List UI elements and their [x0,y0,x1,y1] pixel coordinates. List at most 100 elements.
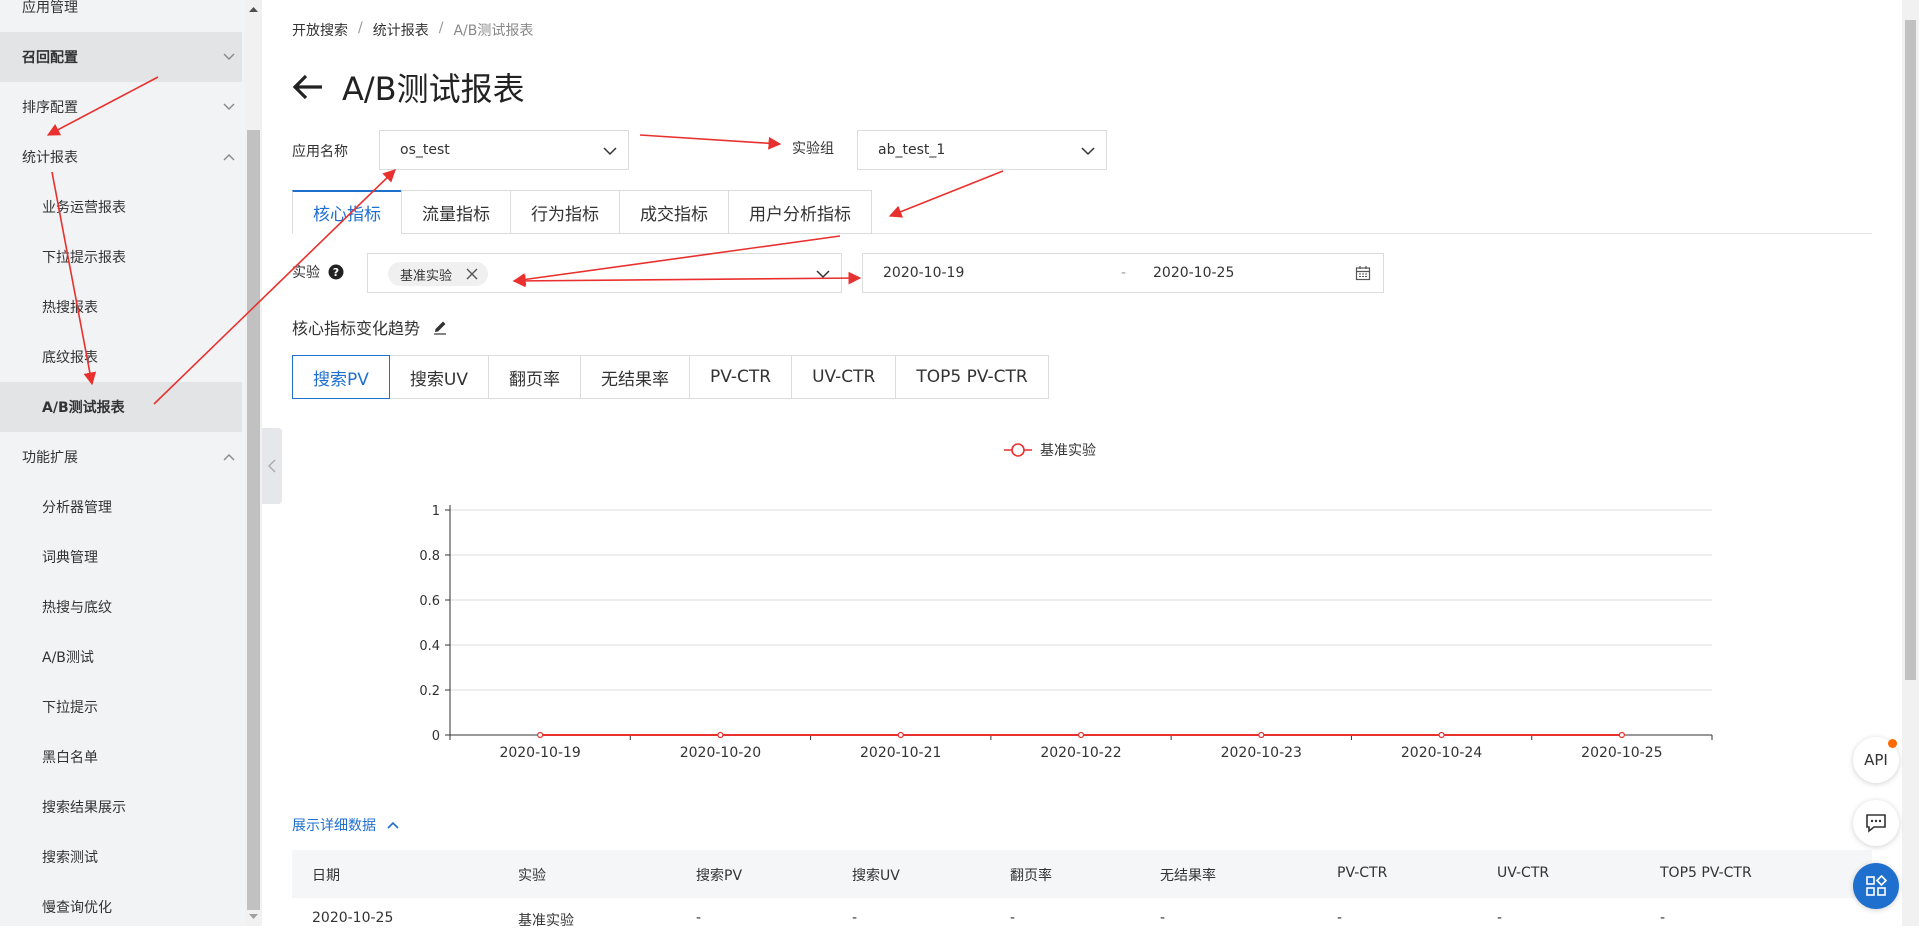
sidebar-item-label: 黑白名单 [42,750,98,766]
details-toggle[interactable]: 展示详细数据 [292,815,400,835]
chevron-down-icon [816,270,830,279]
trend-chart: 0 0.2 0.4 0.6 0.8 1 2020-10-19 2020-10-20 2020-1… [292,425,1742,775]
trend-section-header: 核心指标变化趋势 [292,315,448,339]
col-search-pv: 搜索PV [696,868,743,884]
data-point [1077,731,1085,739]
col-uv-ctr: UV-CTR [1497,865,1550,881]
trend-chart-svg: 0 0.2 0.4 0.6 0.8 1 2020-10-19 2020-10-20 2020-1… [419,442,1713,761]
edit-pencil-icon[interactable] [432,319,448,335]
page-header: A/B测试报表 [292,64,525,110]
metric-tab-page-turn-rate[interactable]: 翻页率 [487,355,581,399]
api-button[interactable]: API [1853,737,1899,783]
tab-user-analysis-metrics[interactable]: 用户分析指标 [728,190,872,234]
sidebar-item-label: 统计报表 [22,150,78,166]
sidebar-item-ab-test[interactable]: A/B测试 [0,632,242,682]
metric-tab-pv-ctr[interactable]: PV-CTR [688,355,793,399]
sidebar-item-ab-report[interactable]: A/B测试报表 [0,382,242,432]
col-search-uv: 搜索UV [852,868,900,884]
cell-search-pv: - [696,910,702,926]
breadcrumb-item-statistics[interactable]: 统计报表 [373,20,429,40]
data-point [537,731,544,739]
sidebar-collapse-handle[interactable] [262,428,282,504]
cell-search-uv: - [852,910,858,926]
x-tick-label: 2020-10-25 [1581,745,1662,761]
tab-traffic-metrics[interactable]: 流量指标 [401,190,511,234]
back-arrow-icon[interactable] [292,73,324,101]
date-end[interactable]: 2020-10-25 [1153,265,1234,281]
scroll-up-arrow-icon[interactable] [249,5,258,14]
col-no-result-rate: 无结果率 [1160,868,1216,884]
apps-button[interactable] [1853,863,1899,909]
x-tick-label: 2020-10-19 [499,745,580,761]
sidebar-item-black-white-list[interactable]: 黑白名单 [0,732,242,782]
grid-apps-icon [1866,875,1887,896]
data-point [1618,731,1625,739]
metric-tab-no-result-rate[interactable]: 无结果率 [579,355,690,399]
sidebar-item-label: 搜索测试 [42,850,98,866]
sidebar-item-suggest[interactable]: 下拉提示 [0,682,242,732]
sidebar-item-label: 慢查询优化 [42,900,112,916]
app-name-label: 应用名称 [292,144,348,160]
tab-core-metrics[interactable]: 核心指标 [292,190,402,234]
sidebar-item-label: 词典管理 [42,550,98,566]
experiment-group-value: ab_test_1 [878,142,946,158]
sidebar-scrollbar-thumb[interactable] [247,130,260,910]
date-start[interactable]: 2020-10-19 [883,265,964,281]
metric-tab-search-uv[interactable]: 搜索UV [388,355,489,399]
sidebar-item-label: 业务运营报表 [42,200,126,216]
date-range-separator: - [1121,265,1127,281]
sidebar-item-analyzer[interactable]: 分析器管理 [0,482,242,532]
chevron-up-icon [223,454,235,461]
sidebar-item-statistics-reports[interactable]: 统计报表 [0,132,242,182]
page-scrollbar-thumb[interactable] [1905,20,1916,680]
sidebar-item-shading-report[interactable]: 底纹报表 [0,332,242,382]
sidebar-item-slow-query[interactable]: 慢查询优化 [0,882,242,926]
sidebar-item-dictionary[interactable]: 词典管理 [0,532,242,582]
close-icon[interactable] [466,268,478,280]
sidebar-item-app-management[interactable]: 应用管理 [0,0,242,32]
calendar-icon[interactable] [1355,265,1371,281]
sidebar-item-business-report[interactable]: 业务运营报表 [0,182,242,232]
tab-transaction-metrics[interactable]: 成交指标 [619,190,729,234]
experiment-group-select[interactable]: ab_test_1 [857,130,1107,170]
experiment-multi-select[interactable]: 基准实验 [367,253,842,293]
col-top5-pv-ctr: TOP5 PV-CTR [1660,865,1752,881]
sidebar-item-extensions[interactable]: 功能扩展 [0,432,242,482]
sidebar-item-result-display[interactable]: 搜索结果展示 [0,782,242,832]
cell-top5-pv-ctr: - [1660,910,1666,926]
tab-behavior-metrics[interactable]: 行为指标 [510,190,620,234]
sidebar-item-recall-config[interactable]: 召回配置 [0,32,242,82]
metric-category-tabs: 核心指标 流量指标 行为指标 成交指标 用户分析指标 [292,190,872,234]
scroll-down-arrow-icon[interactable] [249,912,258,921]
chevron-down-icon [223,53,235,60]
sidebar-item-label: 热搜与底纹 [42,600,112,616]
col-date: 日期 [312,868,340,884]
x-tick-label: 2020-10-20 [680,745,761,761]
metric-tab-search-pv[interactable]: 搜索PV [292,355,390,399]
api-button-label: API [1864,751,1888,769]
sidebar-item-ranking-config[interactable]: 排序配置 [0,82,242,132]
sidebar-item-label: 下拉提示报表 [42,250,126,266]
x-tick-label: 2020-10-24 [1401,745,1482,761]
details-toggle-label: 展示详细数据 [292,818,376,834]
sidebar-item-suggest-report[interactable]: 下拉提示报表 [0,232,242,282]
data-point [897,731,904,739]
metric-tab-uv-ctr[interactable]: UV-CTR [791,355,897,399]
help-icon[interactable]: ? [328,264,344,280]
breadcrumb-item-open-search[interactable]: 开放搜索 [292,20,348,40]
sidebar-item-label: 底纹报表 [42,350,98,366]
page-scrollbar[interactable] [1902,0,1919,926]
date-range-picker[interactable]: 2020-10-19 - 2020-10-25 [862,253,1384,293]
metric-tab-top5-pv-ctr[interactable]: TOP5 PV-CTR [895,355,1049,399]
experiment-label: 实验 [292,265,320,281]
details-table: 日期 实验 搜索PV 搜索UV 翻页率 无结果率 PV-CTR UV-CTR T… [292,850,1872,940]
sidebar-item-label: 热搜报表 [42,300,98,316]
sidebar-item-hot-and-shading[interactable]: 热搜与底纹 [0,582,242,632]
app-name-value: os_test [400,142,450,158]
sidebar-scrollbar[interactable] [245,0,262,926]
cell-uv-ctr: - [1497,910,1503,926]
sidebar-item-hot-search-report[interactable]: 热搜报表 [0,282,242,332]
sidebar-item-search-test[interactable]: 搜索测试 [0,832,242,882]
app-name-select[interactable]: os_test [379,130,629,170]
feedback-button[interactable] [1853,800,1899,846]
